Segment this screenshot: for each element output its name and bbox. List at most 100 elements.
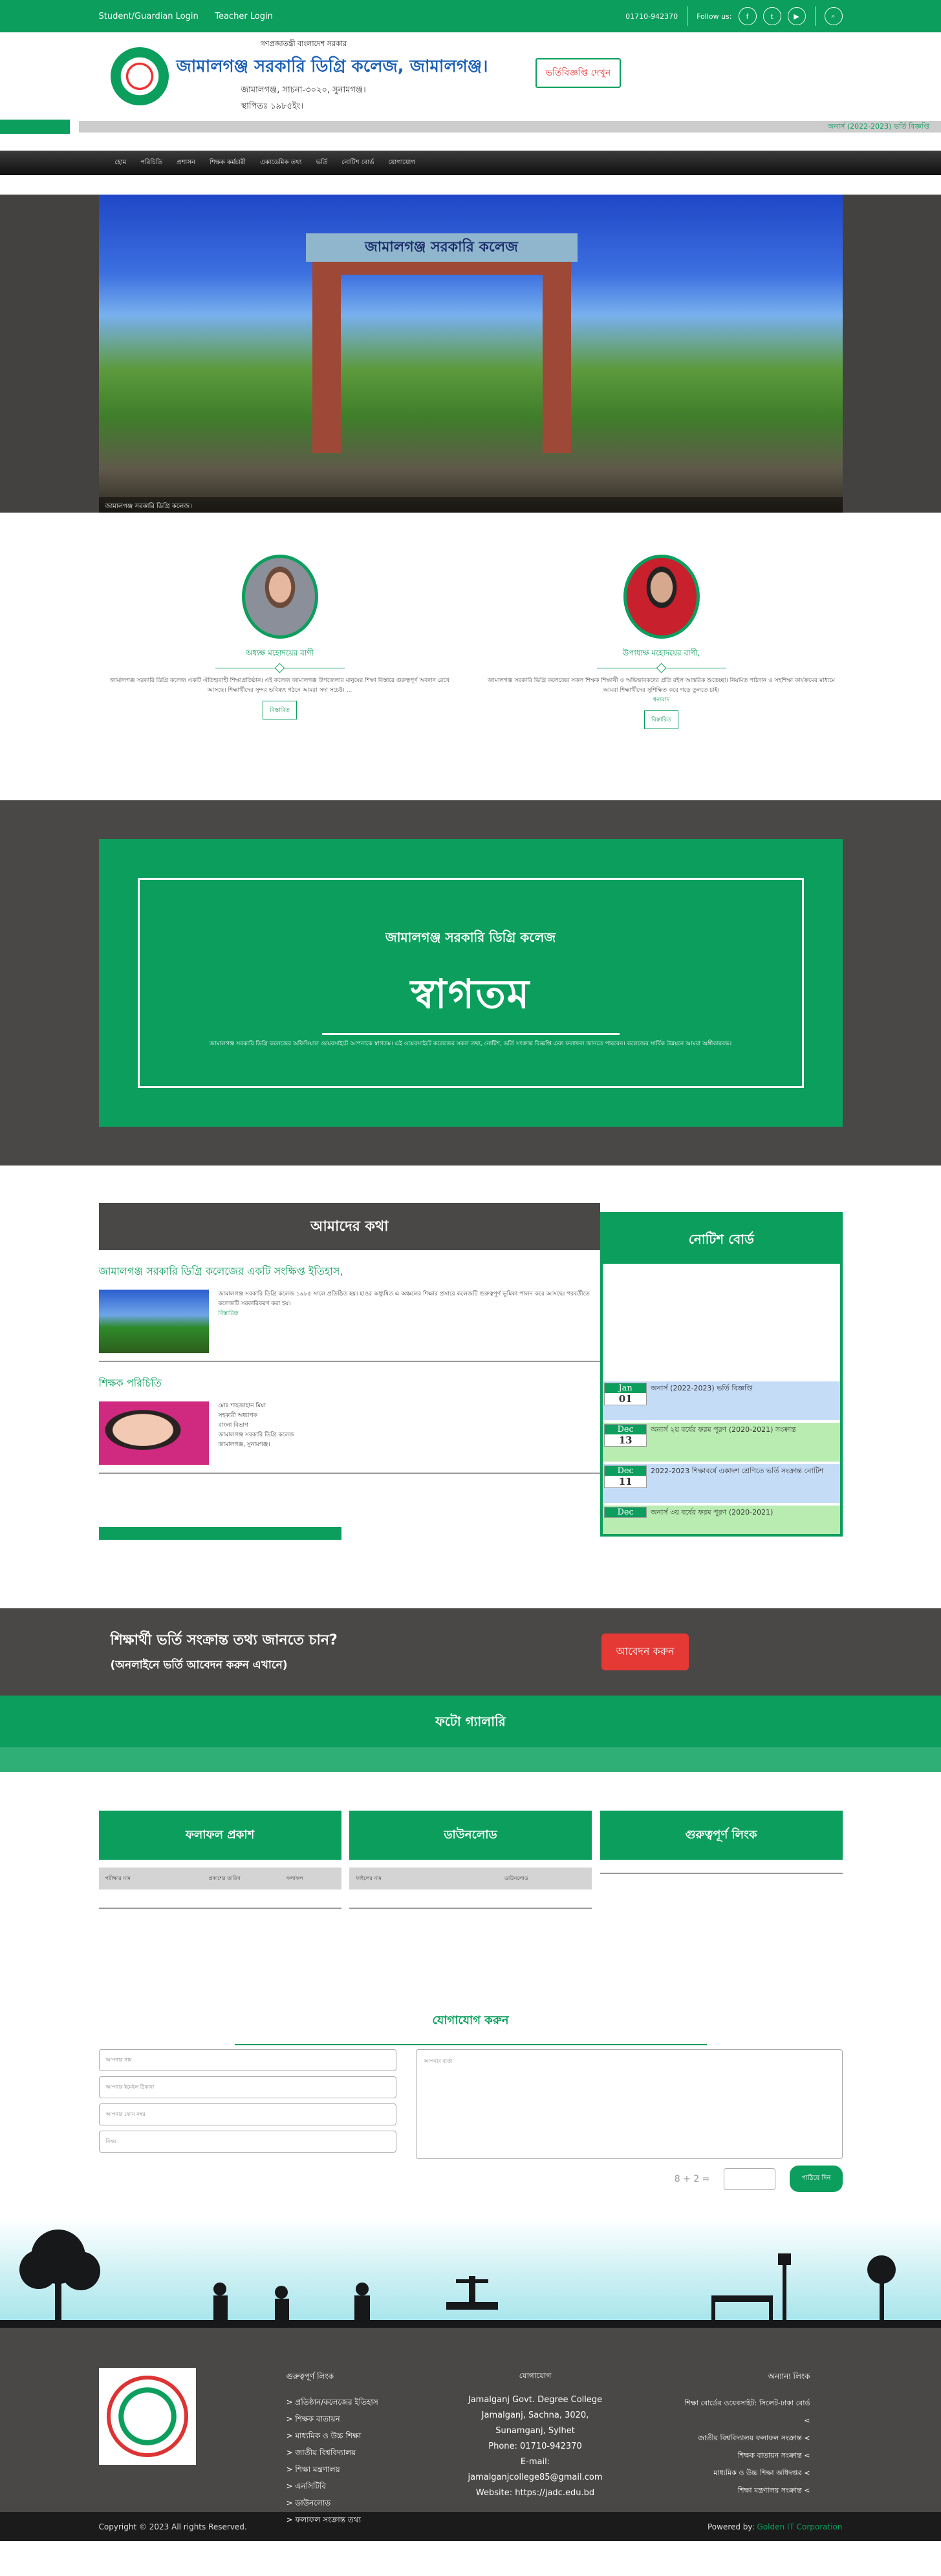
footer-link[interactable]: > শিক্ষা মন্ত্রণালয় [287,2461,468,2478]
footer-link[interactable]: > মাধ্যমিক ও উচ্চ শিক্ষা [287,2427,468,2444]
read-more-button[interactable]: বিস্তারিত [263,701,297,719]
college-address: জামালগঞ্জ, সাচনা-৩০২০, সুনামগঞ্জ। [241,85,366,95]
nav-item[interactable]: নোটিশ বোর্ড [341,158,374,169]
admission-button[interactable]: ভর্তিবিজ্ঞপ্তি দেখুন [535,58,622,88]
notice-ticker: অনার্স (2022-2023) ভর্তি বিজ্ঞপ্তি [0,120,941,134]
contact-line: Sunamganj, Sylhet [495,2426,575,2436]
notice-item[interactable]: Jan 01 অনার্স (2022-2023) ভর্তি বিজ্ঞপ্তি [603,1381,840,1420]
nav-item[interactable]: যোগাযোগ [389,158,415,169]
teacher-login-link[interactable]: Teacher Login [215,12,273,21]
footer-link[interactable]: জাতীয় বিশ্ববিদ্যালয় ফলাফল সংক্রান্ত < [649,2429,810,2447]
item-line: জামালগঞ্জ, সুনামগঞ্জ। [218,1442,270,1448]
college-logo[interactable] [110,47,169,105]
main-nav: হোম পরিচিতি প্রশাসন শিক্ষক কর্মচারী একাড… [0,151,941,175]
divider [234,2044,707,2045]
subject-input[interactable]: বিষয় [98,2131,396,2153]
read-more-button[interactable]: বিস্তারিত [644,710,678,729]
avatar [623,555,700,639]
top-bar: Student/Guardian Login Teacher Login 017… [0,0,941,32]
divider [596,663,726,674]
gallery-strip [0,1747,941,1772]
copyright-text: Copyright © 2023 All rights Reserved. [98,2522,247,2531]
nav-item[interactable]: ভর্তি [316,158,328,169]
apply-button[interactable]: আবেদন করুন [601,1634,689,1670]
footer-logo[interactable] [98,2368,196,2465]
contact-title: যোগাযোগ করুন [432,2014,509,2027]
footer-link[interactable]: > এনসিটিবি [287,2478,468,2495]
panel-title: ডাউনলোড [349,1811,592,1860]
college-name: জামালগঞ্জ সরকারি ডিগ্রি কলেজ, জামালগঞ্জ। [176,57,488,76]
footer-link[interactable]: > শিক্ষক বাতায়ন [287,2411,468,2427]
item-line: জামালগঞ্জ সরকারি ডিগ্রি কলেজ [218,1432,295,1438]
column-header: ডাউনলোড [504,1875,528,1881]
item-line: বাংলা বিভাগ [218,1422,248,1429]
nav-item[interactable]: প্রশাসন [177,158,195,169]
notice-item[interactable]: Dec 11 2022-2023 শিক্ষাবর্ষে একাদশ শ্রেণি… [603,1464,840,1503]
item-thumbnail[interactable] [98,1290,209,1353]
nav-item[interactable]: শিক্ষক কর্মচারী [210,158,246,169]
column-header: ফলাফল [286,1875,303,1881]
notice-day: 11 [618,1476,633,1487]
search-icon[interactable]: ⌕ [824,7,843,25]
facebook-icon[interactable]: f [738,7,757,25]
site-footer: গুরুত্বপূর্ণ লিংক > প্রতিষ্ঠান/কলেজের ইত… [0,2328,941,2524]
footer-link[interactable]: > প্রতিষ্ঠান/কলেজের ইতিহাস [287,2394,468,2411]
cta-subheading: (অনলাইনে ভর্তি আবেদন করুন এখানে) [110,1659,288,1672]
item-title[interactable]: জামালগঞ্জ সরকারি ডিগ্রি কলেজের একটি সংক্… [99,1263,601,1281]
admission-cta: শিক্ষার্থী ভর্তি সংক্রান্ত তথ্য জানতে চা… [0,1608,941,1696]
notice-text: অনার্স ২য় বর্ষের ফরম পূরণ (2020-2021) স… [651,1425,796,1434]
gov-text: গণপ্রজাতন্ত্রী বাংলাদেশ সরকার [260,39,347,48]
cta-heading: শিক্ষার্থী ভর্তি সংক্রান্ত তথ্য জানতে চা… [110,1632,338,1648]
section-title: আমাদের কথা [98,1203,601,1250]
footer-column-title: যোগাযোগ [519,2371,552,2380]
notice-item[interactable]: Dec 13 অনার্স ২য় বর্ষের ফরম পূরণ (2020-2… [603,1423,840,1462]
footer-link[interactable]: মাধ্যমিক ও উচ্চ শিক্ষা অধিদপ্তর < [649,2464,810,2482]
notice-month: Dec [605,1507,647,1517]
nav-item[interactable]: হোম [115,158,127,169]
footer-link[interactable]: > ডাউনলোড [287,2495,468,2511]
divider [321,1033,620,1035]
welcome-section: জামালগঞ্জ সরকারি ডিগ্রি কলেজ স্বাগতম জাম… [0,800,941,1166]
footer-link[interactable]: > জাতীয় বিশ্ববিদ্যালয় [287,2444,468,2461]
send-button[interactable]: পাঠিয়ে দিন [790,2166,843,2192]
student-login-link[interactable]: Student/Guardian Login [99,12,199,21]
name-input[interactable]: আপনার নাম [98,2049,396,2071]
footer-link[interactable]: < [649,2412,810,2429]
hero-image[interactable]: জামালগঞ্জ সরকারি কলেজ জামালগঞ্জ সরকারি ড… [98,195,843,513]
footer-column-title: গুরুত্বপূর্ণ লিংক [286,2372,334,2381]
nav-item[interactable]: একাডেমিক তথ্য [260,158,301,169]
avatar [241,555,318,639]
notice-item[interactable]: Dec অনার্স ৩য় বর্ষের ফরম পূরণ (2020-202… [603,1506,840,1534]
footer-link[interactable]: শিক্ষা বোর্ডের ওয়েবসাইট: সিলেট-ঢাকা বোর… [649,2394,810,2412]
column-header: ফাইলের নাম [356,1875,382,1881]
slide-caption: জামালগঞ্জ সরকারি ডিগ্রি কলেজ। [98,497,843,513]
captcha-input[interactable] [724,2167,776,2190]
pagination-bar[interactable] [98,1527,341,1540]
column-header: পরীক্ষার নাম [105,1875,131,1881]
youtube-icon[interactable]: ▶ [787,7,806,25]
ticker-text[interactable]: অনার্স (2022-2023) ভর্তি বিজ্ঞপ্তি [79,121,941,133]
phone-input[interactable]: আপনার ফোন নম্বর [98,2103,396,2125]
leader-text: জামালগঞ্জ সরকারি ডিগ্রি কলেজ একটি ঐতিহ্য… [109,677,450,694]
message-textarea[interactable]: আপনার বার্তা [415,2049,843,2159]
leader-text: জামালগঞ্জ সরকারি ডিগ্রি কলেজের সকল শিক্ষ… [488,677,835,694]
panel-title: গুরুত্বপূর্ণ লিংক [600,1811,843,1860]
notice-month: Dec [605,1466,647,1476]
nav-item[interactable]: পরিচিতি [140,158,162,169]
contact-line: Jamalganj, Sachna, 3020, [481,2411,589,2420]
leader-title: উপাধ্যক্ষ মহোদয়ের বাণী, [622,648,700,657]
item-title[interactable]: শিক্ষক পরিচিতি [99,1375,601,1392]
contact-line: Website: https://jadc.edu.bd [475,2488,595,2498]
item-thumbnail[interactable] [98,1401,209,1465]
hero-slider: জামালগঞ্জ সরকারি কলেজ জামালগঞ্জ সরকারি ড… [0,195,941,513]
footer-link[interactable]: শিক্ষা মন্ত্রণালয় সংক্রান্ত < [649,2482,810,2499]
gate-image [312,246,571,453]
email-input[interactable]: আপনার ইমেইল ঠিকানা [98,2076,396,2098]
company-link[interactable]: Golden IT Corporation [757,2522,843,2531]
read-more-link[interactable]: বিস্তারিত [219,1310,239,1317]
notice-board-title: নোটিশ বোর্ড [603,1215,840,1264]
welcome-title: স্বাগতম [410,970,531,1017]
contact-line: E-mail: [520,2457,550,2467]
footer-link[interactable]: শিক্ষক বাতায়ন সংক্রান্ত < [649,2447,810,2464]
twitter-icon[interactable]: t [763,7,781,25]
